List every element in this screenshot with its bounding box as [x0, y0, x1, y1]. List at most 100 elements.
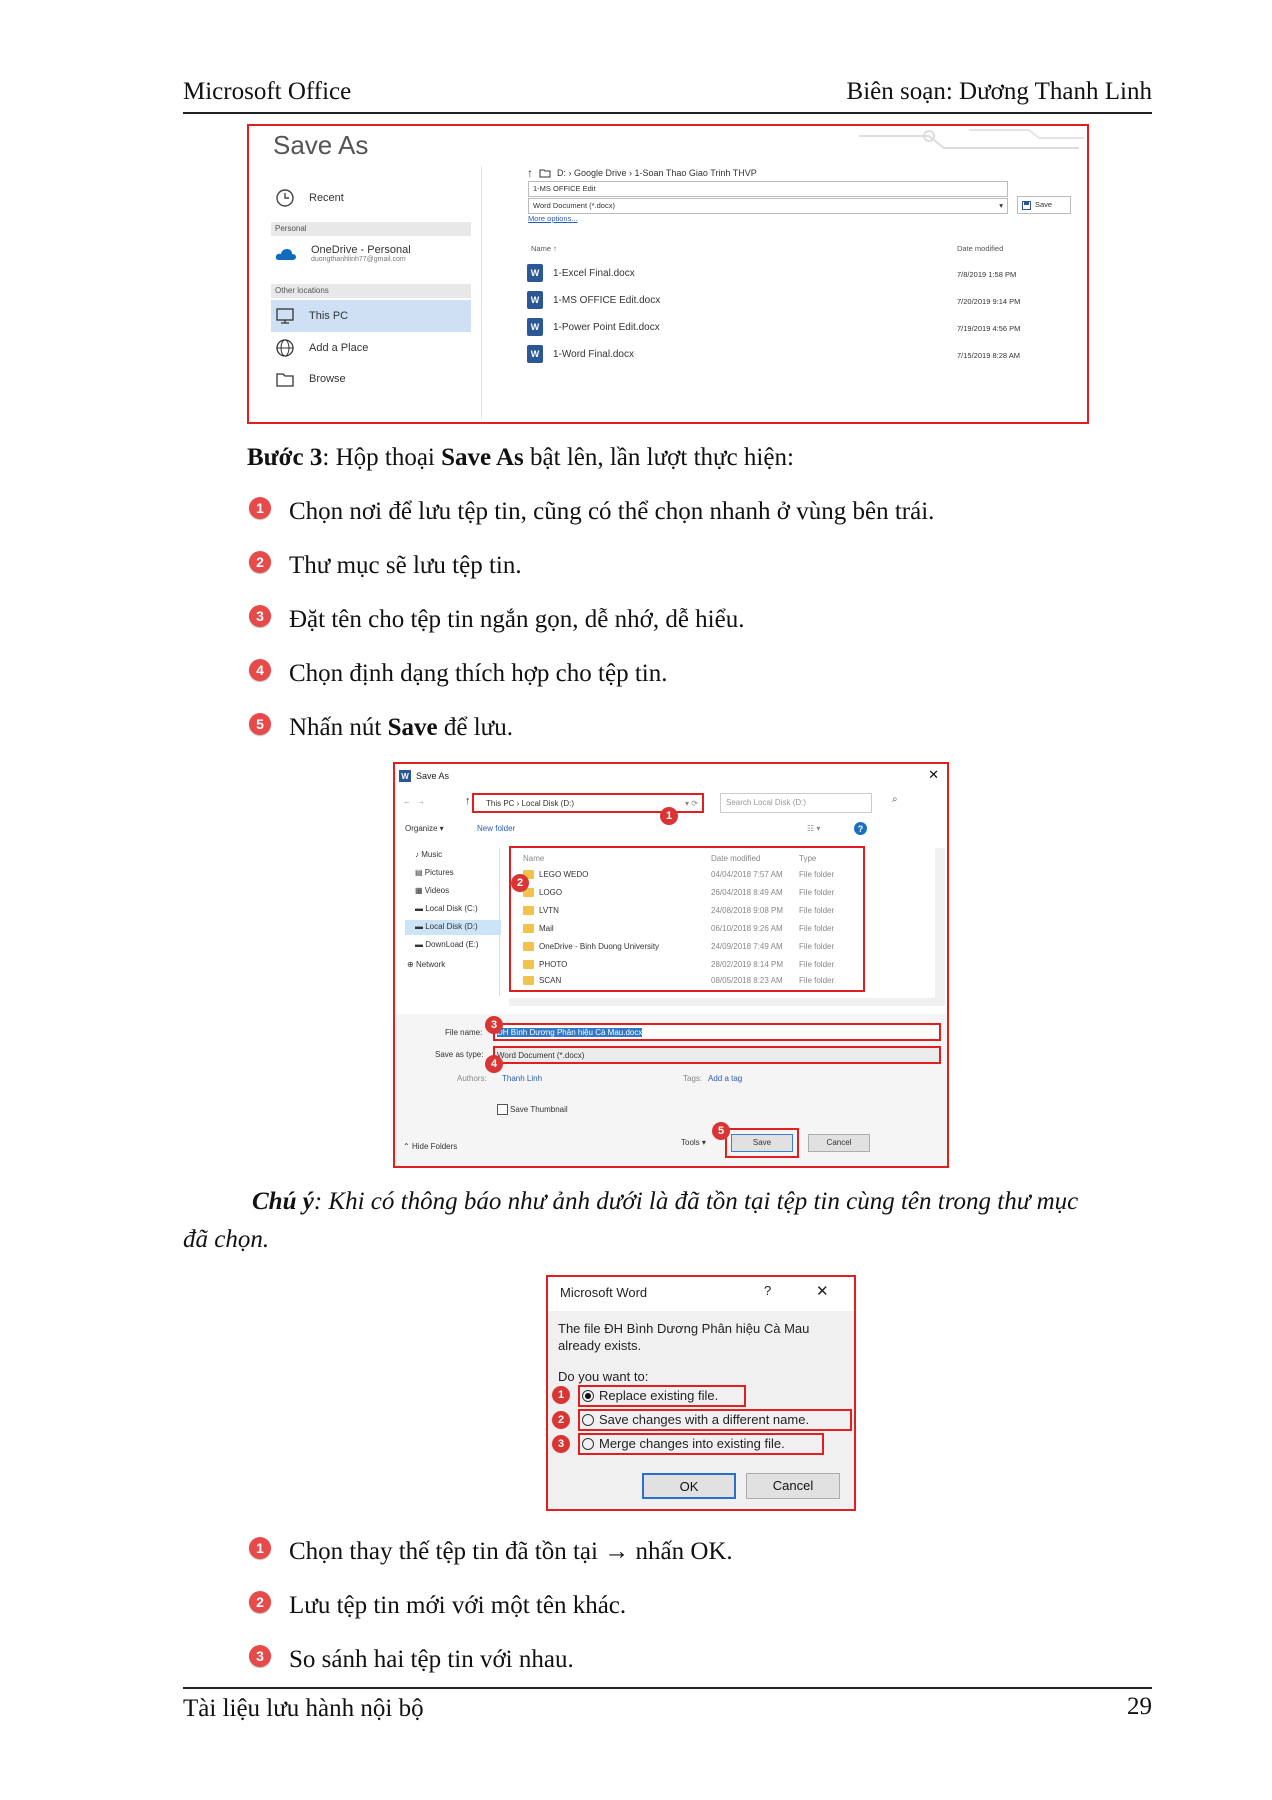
nav-label: Pictures — [424, 868, 454, 877]
col-name-header[interactable]: Name ↑ — [531, 244, 557, 253]
folder-name: LOGO — [539, 888, 563, 897]
nav-pictures[interactable]: ▤ Pictures — [415, 868, 454, 877]
cancel-button[interactable]: Cancel — [746, 1473, 840, 1499]
folder-date: 06/10/2018 9:26 AM — [711, 924, 783, 933]
filename-input[interactable]: ĐH Bình Dương Phân hiệu Cà Mau.docx — [493, 1023, 941, 1041]
folder-row[interactable]: PHOTO — [523, 960, 567, 969]
nav-label: Local Disk (D:) — [425, 922, 478, 931]
filename-input[interactable]: 1-MS OFFICE Edit — [528, 181, 1008, 197]
this-pc-item[interactable]: This PC — [275, 306, 348, 326]
radio-button-selected — [582, 1389, 594, 1402]
nav-divider — [499, 848, 500, 996]
search-input[interactable]: Search Local Disk (D:) — [720, 793, 872, 813]
up-arrow-icon[interactable]: ↑ — [465, 795, 471, 807]
file-row[interactable]: W 1-Excel Final.docx — [527, 264, 635, 282]
step-text: Chọn nơi để lưu tệp tin, cũng có thể chọ… — [289, 498, 935, 525]
recent-item[interactable]: Recent — [275, 188, 344, 208]
vertical-scrollbar[interactable] — [935, 848, 945, 998]
computer-icon — [276, 308, 294, 324]
nav-music[interactable]: ♪ Music — [415, 850, 442, 859]
file-row[interactable]: W 1-Power Point Edit.docx — [527, 318, 660, 336]
circuit-decoration — [859, 129, 1084, 149]
refresh-icon[interactable]: ▾ ⟳ — [685, 795, 698, 812]
savetype-select[interactable]: Word Document (*.docx) — [493, 1046, 941, 1064]
savetype-label: Save as type: — [435, 1050, 484, 1059]
callout-badge: 2 — [552, 1411, 570, 1429]
folder-row[interactable]: LVTN — [523, 906, 559, 915]
step3-text-b: bật lên, lần lượt thực hiện: — [523, 444, 794, 471]
step3-text-a: : Hộp thoại — [322, 444, 442, 471]
filetype-select[interactable]: Word Document (*.docx) ▾ — [528, 198, 1008, 214]
save-button[interactable]: Save — [731, 1134, 793, 1152]
word-doc-icon: W — [527, 291, 543, 309]
help-icon[interactable]: ? — [764, 1283, 771, 1298]
folder-row[interactable]: Mail — [523, 924, 554, 933]
step3-label: Bước 3 — [247, 444, 323, 471]
file-name: 1-Word Final.docx — [553, 348, 634, 360]
footer-rule — [183, 1687, 1152, 1689]
add-place-item[interactable]: Add a Place — [275, 338, 368, 358]
more-options-link[interactable]: More options... — [528, 214, 578, 223]
folder-row[interactable]: SCAN — [523, 976, 561, 985]
note-line-1: Chú ý: Khi có thông báo như ảnh dưới là … — [252, 1188, 1078, 1216]
file-date: 7/20/2019 9:14 PM — [957, 297, 1021, 306]
cancel-button[interactable]: Cancel — [808, 1134, 870, 1152]
onedrive-email: duongthanhlinh77@gmail.com — [311, 256, 406, 263]
view-options-icon[interactable]: ☷ ▾ — [807, 824, 820, 833]
breadcrumb[interactable]: ↑ D: › Google Drive › 1-Soan Thao Giao T… — [527, 166, 757, 180]
folder-row[interactable]: LOGO — [523, 888, 562, 897]
file-row[interactable]: W 1-Word Final.docx — [527, 345, 634, 363]
folder-icon — [523, 942, 534, 951]
folder-type: File folder — [799, 942, 835, 951]
option-replace[interactable]: Replace existing file. — [582, 1388, 718, 1403]
folder-icon — [539, 169, 551, 178]
figure-replace-prompt: Microsoft Word ? ✕ The file ĐH Bình Dươn… — [546, 1275, 856, 1511]
ok-button[interactable]: OK — [642, 1473, 736, 1499]
authors-value[interactable]: Thanh Linh — [502, 1074, 542, 1083]
col-date-header[interactable]: Date modified — [711, 854, 760, 863]
step-badge: 1 — [249, 497, 271, 519]
callout-badge: 1 — [660, 807, 678, 825]
onedrive-item[interactable]: OneDrive - Personal duongthanhlinh77@gma… — [275, 244, 411, 263]
col-name-header[interactable]: Name — [523, 854, 544, 863]
folder-row[interactable]: OneDrive - Binh Duong University — [523, 942, 659, 951]
nav-local-c[interactable]: ▬ Local Disk (C:) — [415, 904, 478, 913]
organize-button[interactable]: Organize ▾ — [405, 824, 444, 833]
save-thumbnail-checkbox[interactable]: Save Thumbnail — [497, 1104, 568, 1115]
col-date-header[interactable]: Date modified — [957, 244, 1003, 253]
nav-local-d[interactable]: ▬ Local Disk (D:) — [415, 922, 478, 931]
horizontal-scrollbar[interactable] — [509, 998, 945, 1006]
close-icon[interactable]: ✕ — [816, 1282, 829, 1300]
folder-type: File folder — [799, 924, 835, 933]
cloud-icon — [275, 248, 296, 260]
step5-bold: Save — [387, 714, 438, 741]
col-type-header[interactable]: Type — [799, 854, 816, 863]
tools-button[interactable]: Tools ▾ — [681, 1138, 706, 1147]
tags-value[interactable]: Add a tag — [708, 1074, 742, 1083]
folder-row[interactable]: LEGO WEDO — [523, 870, 588, 879]
browse-item[interactable]: Browse — [275, 370, 346, 388]
nav-label: Local Disk (C:) — [425, 904, 478, 913]
step-badge: 4 — [249, 659, 271, 681]
file-name: 1-MS OFFICE Edit.docx — [553, 294, 661, 306]
file-row[interactable]: W 1-MS OFFICE Edit.docx — [527, 291, 660, 309]
radio-button — [582, 1437, 594, 1450]
back-forward-icons[interactable]: ←→ — [403, 797, 431, 806]
close-icon[interactable]: ✕ — [928, 767, 939, 783]
folder-type: File folder — [799, 888, 835, 897]
nav-label: Music — [421, 850, 443, 859]
step-badge: 1 — [249, 1537, 271, 1559]
option-save-different[interactable]: Save changes with a different name. — [582, 1412, 809, 1427]
file-date: 7/15/2019 8:28 AM — [957, 351, 1020, 360]
up-arrow-icon: ↑ — [527, 166, 533, 180]
header-rule — [183, 112, 1152, 114]
nav-videos[interactable]: ▦ Videos — [415, 886, 449, 895]
save-button[interactable]: Save — [1017, 196, 1071, 214]
nav-download-e[interactable]: ▬ DownLoad (E:) — [415, 940, 479, 949]
new-folder-button[interactable]: New folder — [477, 824, 515, 833]
hide-folders-button[interactable]: ⌃ Hide Folders — [403, 1142, 457, 1151]
help-icon[interactable]: ? — [854, 822, 867, 835]
option-merge[interactable]: Merge changes into existing file. — [582, 1436, 785, 1451]
checkbox-box — [497, 1104, 508, 1115]
nav-network[interactable]: ⊕ Network — [407, 960, 445, 969]
